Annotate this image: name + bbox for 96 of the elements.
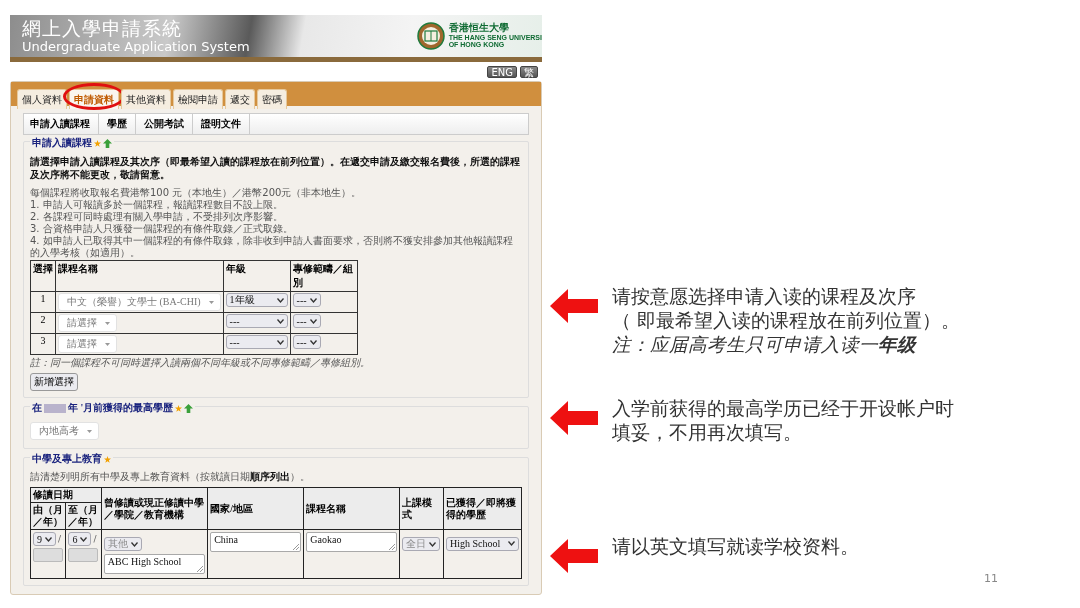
note-text: 每個課程將收取報名費港幣100 元（本地生）／港幣200元（非本地生）。 xyxy=(30,187,363,199)
star-icon xyxy=(94,139,101,147)
section-title: 申請入讀課程 xyxy=(32,136,92,150)
redacted-block xyxy=(44,403,66,413)
caret-icon xyxy=(309,318,317,324)
column-header: 國家/地區 xyxy=(207,487,304,530)
note-text: 3. 合資格申請人只獲發一個課程的有條件取錄／正式取錄。 xyxy=(30,223,294,235)
tab[interactable]: 檢閱申請 xyxy=(173,89,223,109)
annotation-text: 填妥，不用再次填写。 xyxy=(612,421,803,445)
caret-icon xyxy=(105,342,110,346)
annotation-text: 请按意愿选择申请入读的课程及次序 xyxy=(612,285,917,309)
caret-icon xyxy=(276,297,284,303)
tab[interactable]: 遞交 xyxy=(225,89,255,109)
column-header: 選擇 xyxy=(30,260,56,292)
left-arrow-icon xyxy=(550,539,598,573)
resize-grip-icon xyxy=(292,543,300,550)
annotation-text: 注：应届高考生只可申请入读一年级 xyxy=(612,333,918,357)
caret-icon xyxy=(80,536,88,542)
redacted-field xyxy=(33,548,63,562)
column-header: 課程名稱 xyxy=(303,487,400,530)
row-number: 2 xyxy=(30,312,56,334)
system-title: 網上入學申請系統 xyxy=(22,19,183,38)
star-icon xyxy=(175,404,183,412)
column-header: 上課模式 xyxy=(400,487,444,530)
programme-dropdown[interactable]: 請選擇 xyxy=(58,314,117,332)
caret-icon xyxy=(208,300,214,304)
language-button[interactable]: ENG xyxy=(487,66,517,78)
caret-icon xyxy=(45,536,52,542)
caret-icon xyxy=(105,321,110,325)
system-subtitle: Undergraduate Application System xyxy=(22,40,250,53)
subtab[interactable]: 學歷 xyxy=(99,114,136,134)
caret-icon xyxy=(508,541,515,546)
tab[interactable]: 其他資料 xyxy=(121,89,171,109)
caret-icon xyxy=(130,541,138,547)
row-number: 1 xyxy=(30,291,56,313)
column-header: 年級 xyxy=(223,260,291,292)
section-title: 中學及專上教育 xyxy=(32,452,102,466)
column-header: 課程名稱 xyxy=(55,260,224,292)
caret-icon xyxy=(429,541,437,547)
annotation-text: 请以英文填写就读学校资料。 xyxy=(612,535,859,559)
text-area[interactable]: Gaokao xyxy=(306,532,398,552)
note-text: 2. 各課程可同時處理有關入學申請，不受排列次序影響。 xyxy=(30,211,284,223)
university-name: 香港恒生大學 xyxy=(448,23,510,34)
up-arrow-icon[interactable] xyxy=(184,403,194,413)
note-text: 1. 申請人可報讀多於一個課程，報讀課程數目不設上限。 xyxy=(30,199,284,211)
left-arrow-icon xyxy=(550,289,598,323)
caret-icon xyxy=(276,318,284,324)
year-dropdown[interactable]: --- xyxy=(225,335,288,349)
redacted-field xyxy=(68,548,99,562)
section-title: 在 xyxy=(32,401,42,415)
text-area[interactable]: ABC High School xyxy=(103,554,206,574)
instructions-text: 請清楚列明所有中學及專上教育資料（按就讀日期順序列出）。 xyxy=(30,470,311,484)
month-dropdown[interactable]: 6 xyxy=(68,532,92,546)
star-icon xyxy=(104,455,111,463)
subtab[interactable]: 證明文件 xyxy=(193,114,250,134)
university-logo-icon xyxy=(416,22,445,50)
annotation-text: （ 即最希望入读的课程放在前列位置）。 xyxy=(612,309,960,333)
qualification-dropdown[interactable]: High School xyxy=(446,536,519,551)
year-dropdown[interactable]: 1年級 xyxy=(225,293,288,307)
section-title: 年 '月前獲得的最高學歷 xyxy=(68,401,174,415)
stream-dropdown[interactable]: --- xyxy=(292,293,321,307)
up-arrow-icon[interactable] xyxy=(103,138,112,148)
subtab[interactable]: 公開考試 xyxy=(136,114,193,134)
programme-dropdown[interactable]: 中文（榮譽）文學士 (BA-CHI) xyxy=(58,293,221,311)
stream-dropdown[interactable]: --- xyxy=(292,314,321,328)
tab[interactable]: 密碼 xyxy=(257,89,287,109)
caret-icon xyxy=(309,297,317,303)
tab[interactable]: 個人資料 xyxy=(17,89,67,109)
stream-dropdown[interactable]: --- xyxy=(292,335,321,349)
separator-text: / xyxy=(58,534,62,544)
column-header: 修讀日期 xyxy=(30,487,102,503)
instructions-text: 請選擇申請入讀課程及其次序（即最希望入讀的課程放在前列位置）。在遞交申請及繳交報名費後，所選的課程及次序將不能更改，敬請留意。 xyxy=(30,155,521,181)
year-dropdown[interactable]: --- xyxy=(225,314,288,328)
column-header: 曾修讀或現正修讀中學／學院／教育機構 xyxy=(101,487,208,530)
column-header: 由（月／年） xyxy=(30,502,66,530)
language-button[interactable]: 繁 xyxy=(520,66,538,78)
column-header: 已獲得／即將獲得的學歷 xyxy=(443,487,522,530)
row-number: 3 xyxy=(30,333,56,355)
resize-grip-icon xyxy=(388,543,396,550)
annotation-text: 入学前获得的最高学历已经于开设帐户时 xyxy=(612,397,954,421)
note-text: 4. 如申請人已取得其中一個課程的有條件取錄，除非收到申請人書面要求，否則將不獲安排參加其他報讀課程的入學考核（如適用）。 xyxy=(30,235,514,259)
add-choice-button[interactable]: 新增選擇 xyxy=(30,373,78,391)
caret-icon xyxy=(309,339,317,345)
programme-dropdown[interactable]: 請選擇 xyxy=(58,335,117,353)
separator-text: / xyxy=(93,534,97,544)
caret-icon xyxy=(87,429,92,433)
caret-icon xyxy=(276,339,284,345)
resize-grip-icon xyxy=(196,565,204,572)
left-arrow-icon xyxy=(550,401,598,435)
page-number: 11 xyxy=(984,572,998,585)
footnote-text: 註：同一個課程不可同時選擇入讀兩個不同年級或不同專修範疇／專修組別。 xyxy=(30,356,371,370)
month-dropdown[interactable]: 9 xyxy=(33,532,56,546)
column-header: 專修範疇／組別 xyxy=(290,260,358,292)
text-area[interactable]: China xyxy=(210,532,302,552)
qualification-dropdown[interactable]: 內地高考 xyxy=(30,422,99,440)
subtab[interactable]: 申請入讀課程 xyxy=(24,114,99,134)
